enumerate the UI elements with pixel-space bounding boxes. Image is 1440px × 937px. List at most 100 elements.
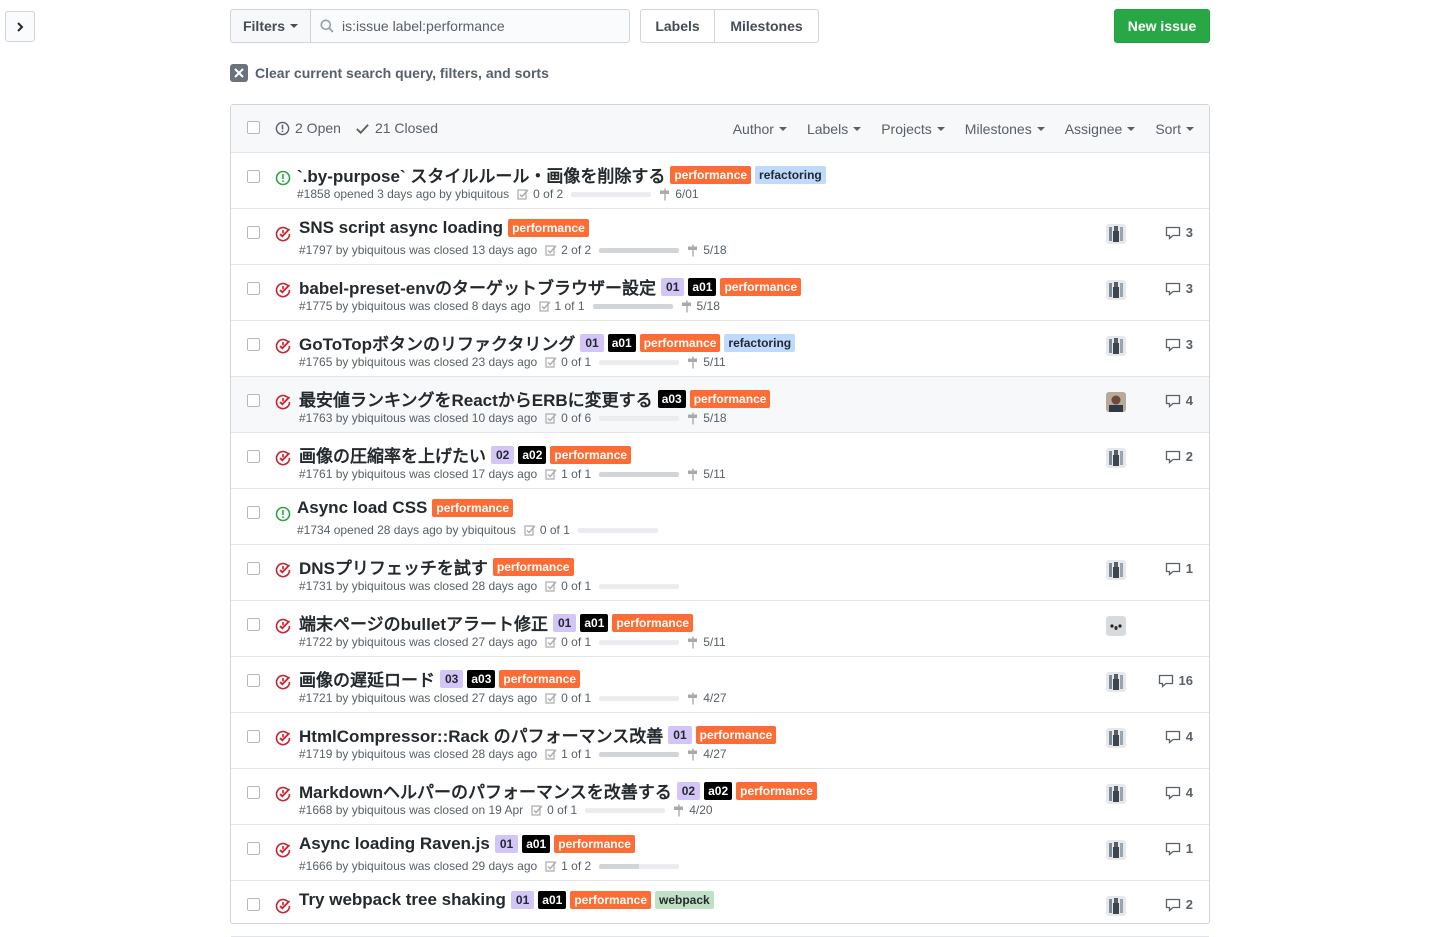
- label-performance[interactable]: performance: [432, 499, 514, 517]
- issue-title-link[interactable]: 最安値ランキングをReactからERBに変更する: [299, 386, 653, 411]
- filter-sort-dropdown[interactable]: Sort: [1155, 121, 1194, 137]
- label-a01[interactable]: a01: [538, 891, 567, 909]
- label-a03[interactable]: a03: [467, 669, 496, 688]
- issue-row[interactable]: `.by-purpose` スタイルルール・画像を削除する performance…: [231, 153, 1209, 209]
- comments-link[interactable]: 4: [1165, 785, 1193, 800]
- milestone-link[interactable]: 5/18: [687, 411, 727, 425]
- search-input[interactable]: [342, 18, 602, 34]
- issue-title-link[interactable]: babel-preset-envのターゲットブラウザー設定: [299, 274, 656, 299]
- clear-search-link[interactable]: Clear current search query, filters, and…: [230, 64, 549, 82]
- issue-checkbox[interactable]: [247, 618, 260, 631]
- label-performance[interactable]: performance: [554, 835, 635, 853]
- comments-link[interactable]: 3: [1165, 281, 1193, 296]
- filter-labels-dropdown[interactable]: Labels: [807, 121, 862, 137]
- issue-row[interactable]: Async load CSS performance #1734 opened 28…: [231, 489, 1209, 545]
- issue-checkbox[interactable]: [247, 282, 260, 295]
- comments-link[interactable]: 4: [1165, 393, 1193, 408]
- issue-checkbox[interactable]: [247, 786, 260, 799]
- issue-title-link[interactable]: Async load CSS: [297, 498, 427, 518]
- assignee-avatar[interactable]: [1106, 392, 1126, 412]
- label-performance[interactable]: performance: [508, 219, 589, 237]
- issue-title-link[interactable]: Markdownヘルパーのパフォーマンスを改善する: [299, 778, 672, 803]
- label-performance[interactable]: performance: [695, 725, 777, 744]
- issue-title-link[interactable]: GoToTopボタンのリファクタリング: [299, 330, 575, 355]
- comments-link[interactable]: 1: [1165, 841, 1193, 856]
- issue-row[interactable]: 端末ページのbulletアラート修正 01 a01 performance #1722 …: [231, 601, 1209, 657]
- label-performance[interactable]: performance: [736, 781, 817, 800]
- issue-row[interactable]: Try webpack tree shaking 01 a01 performance…: [231, 881, 1209, 937]
- comments-link[interactable]: 16: [1158, 673, 1193, 688]
- assignee-avatar[interactable]: [1106, 224, 1126, 244]
- label-a01[interactable]: a01: [688, 277, 717, 296]
- assignee-avatar[interactable]: [1106, 840, 1126, 860]
- label-performance[interactable]: performance: [612, 613, 694, 632]
- label-a01[interactable]: a01: [607, 333, 636, 352]
- assignee-avatar[interactable]: [1106, 560, 1126, 580]
- closed-issues-link[interactable]: 21 Closed: [355, 120, 438, 136]
- sidebar-toggle-button[interactable]: [5, 11, 35, 42]
- label-01[interactable]: 01: [494, 835, 519, 853]
- milestone-link[interactable]: 5/18: [687, 243, 727, 257]
- milestone-link[interactable]: 5/11: [687, 355, 726, 369]
- milestone-link[interactable]: 5/11: [687, 635, 726, 649]
- label-01[interactable]: 01: [553, 613, 577, 632]
- milestone-link[interactable]: 5/18: [681, 299, 720, 313]
- milestone-link[interactable]: 4/27: [687, 747, 727, 761]
- label-performance[interactable]: performance: [639, 333, 721, 352]
- label-01[interactable]: 01: [661, 277, 685, 296]
- issue-title-link[interactable]: `.by-purpose` スタイルルール・画像を削除する: [297, 162, 665, 187]
- comments-link[interactable]: 4: [1165, 729, 1193, 744]
- label-03[interactable]: 03: [440, 669, 464, 688]
- label-a02[interactable]: a02: [518, 445, 547, 464]
- assignee-avatar[interactable]: [1106, 448, 1126, 468]
- issue-row[interactable]: babel-preset-envのターゲットブラウザー設定 01 a01 perfor…: [231, 265, 1209, 321]
- issue-title-link[interactable]: Try webpack tree shaking: [299, 890, 506, 910]
- label-02[interactable]: 02: [676, 781, 701, 800]
- issue-title-link[interactable]: Async loading Raven.js: [299, 834, 490, 854]
- issue-row[interactable]: Markdownヘルパーのパフォーマンスを改善する 02 a02 performanc…: [231, 769, 1209, 825]
- issue-checkbox[interactable]: [247, 506, 260, 519]
- assignee-avatar[interactable]: [1106, 616, 1126, 636]
- label-a03[interactable]: a03: [657, 389, 686, 408]
- issue-checkbox[interactable]: [247, 674, 260, 687]
- label-01[interactable]: 01: [580, 333, 604, 352]
- issue-title-link[interactable]: DNSプリフェッチを試す: [299, 554, 488, 579]
- milestone-link[interactable]: 6/01: [659, 187, 699, 201]
- label-performance[interactable]: performance: [689, 389, 771, 408]
- filter-milestones-dropdown[interactable]: Milestones: [965, 121, 1045, 137]
- open-issues-link[interactable]: 2 Open: [275, 120, 341, 136]
- issue-checkbox[interactable]: [247, 450, 260, 463]
- assignee-avatar[interactable]: [1106, 280, 1126, 300]
- label-a01[interactable]: a01: [522, 835, 551, 853]
- milestone-link[interactable]: 4/27: [687, 691, 727, 705]
- comments-link[interactable]: 3: [1165, 337, 1193, 352]
- filter-projects-dropdown[interactable]: Projects: [881, 121, 945, 137]
- new-issue-button[interactable]: New issue: [1114, 9, 1210, 43]
- assignee-avatar[interactable]: [1106, 896, 1126, 916]
- filter-assignee-dropdown[interactable]: Assignee: [1065, 121, 1136, 137]
- issue-checkbox[interactable]: [247, 226, 260, 239]
- issue-checkbox[interactable]: [247, 394, 260, 407]
- select-all-checkbox[interactable]: [247, 121, 260, 134]
- issue-row[interactable]: SNS script async loading performance #1797…: [231, 209, 1209, 265]
- label-webpack[interactable]: webpack: [655, 891, 714, 909]
- issue-title-link[interactable]: HtmlCompressor::Rack のパフォーマンス改善: [299, 722, 663, 747]
- comments-link[interactable]: 3: [1165, 225, 1193, 240]
- label-refactoring[interactable]: refactoring: [755, 165, 826, 184]
- label-01[interactable]: 01: [510, 891, 535, 909]
- label-performance[interactable]: performance: [570, 891, 652, 909]
- assignee-avatar[interactable]: [1106, 672, 1126, 692]
- label-performance[interactable]: performance: [550, 445, 632, 464]
- issue-row[interactable]: 最安値ランキングをReactからERBに変更する a03 performance #1…: [231, 377, 1209, 433]
- issue-row[interactable]: 画像の圧縮率を上げたい 02 a02 performance #1761 by ybiq…: [231, 433, 1209, 489]
- issue-row[interactable]: HtmlCompressor::Rack のパフォーマンス改善 01 perform…: [231, 713, 1209, 769]
- assignee-avatar[interactable]: [1106, 336, 1126, 356]
- comments-link[interactable]: 1: [1165, 561, 1193, 576]
- label-performance[interactable]: performance: [670, 165, 752, 184]
- comments-link[interactable]: 2: [1165, 449, 1193, 464]
- issue-title-link[interactable]: 端末ページのbulletアラート修正: [299, 610, 548, 635]
- label-performance[interactable]: performance: [499, 669, 581, 688]
- issue-row[interactable]: DNSプリフェッチを試す performance #1731 by ybiquito…: [231, 545, 1209, 601]
- issue-checkbox[interactable]: [247, 338, 260, 351]
- issue-row[interactable]: GoToTopボタンのリファクタリング 01 a01 performance refac…: [231, 321, 1209, 377]
